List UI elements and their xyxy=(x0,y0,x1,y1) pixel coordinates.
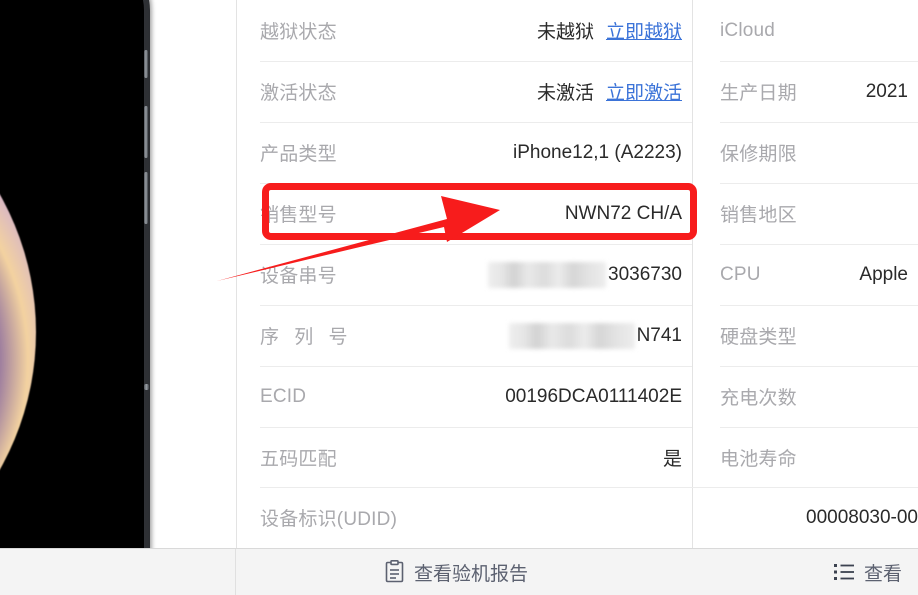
row-label: 生产日期 xyxy=(720,83,797,104)
view-list-button[interactable]: 查看 xyxy=(833,549,902,595)
footer-left-spacer xyxy=(0,549,236,595)
table-row-udid: 设备标识(UDID) 00008030-00 xyxy=(237,487,918,548)
row-value: 未激活 xyxy=(536,83,594,104)
wallpaper-bubble-graphic xyxy=(0,52,36,595)
table-row-manufacture-date: 生产日期 2021 xyxy=(700,61,918,122)
row-value: 00196DCA0111402E xyxy=(505,385,682,407)
table-row-serial-number: 序 列 号 N741 xyxy=(237,305,692,366)
volume-down-button xyxy=(144,172,148,224)
row-value: 2021 xyxy=(865,80,908,102)
table-row-sales-region: 销售地区 xyxy=(700,183,918,244)
table-row-storage-type: 硬盘类型 xyxy=(700,305,918,366)
table-row-ecid: ECID 00196DCA0111402E xyxy=(237,366,692,427)
device-photo-pane xyxy=(0,0,236,595)
row-label: 设备串号 xyxy=(260,266,337,287)
view-list-label: 查看 xyxy=(864,563,903,585)
volume-up-button xyxy=(144,106,148,158)
row-label: 产品类型 xyxy=(260,144,337,165)
row-value: 是 xyxy=(662,449,682,470)
mute-switch-icon xyxy=(144,50,148,78)
row-label: 序 列 号 xyxy=(260,327,353,348)
table-row-jailbreak-status: 越狱状态 未越狱 立即越狱 xyxy=(237,0,692,61)
device-info-table: 越狱状态 未越狱 立即越狱 激活状态 未激活 立即激活 产品类型 iPhone1… xyxy=(237,0,918,548)
row-label: 充电次数 xyxy=(720,388,797,409)
redaction-mask xyxy=(508,322,635,349)
row-label: 五码匹配 xyxy=(260,449,337,470)
row-label: 保修期限 xyxy=(720,144,797,165)
table-row-sales-model: 销售型号 NWN72 CH/A xyxy=(237,183,692,244)
list-icon xyxy=(833,560,855,584)
row-label: 越狱状态 xyxy=(260,22,337,43)
info-left-column: 越狱状态 未越狱 立即越狱 激活状态 未激活 立即激活 产品类型 iPhone1… xyxy=(237,0,692,548)
table-row-five-code-match: 五码匹配 是 xyxy=(237,427,692,488)
table-row-icloud: iCloud xyxy=(700,0,918,61)
serial-visible-suffix: N741 xyxy=(636,324,682,346)
table-row-battery-health: 电池寿命 xyxy=(700,427,918,488)
clipboard-report-icon xyxy=(383,560,405,584)
row-value: N741 xyxy=(508,322,682,349)
iphone-screen xyxy=(0,0,144,595)
footer-toolbar: 查看验机报告 查看 xyxy=(0,548,918,595)
table-row-warranty-period: 保修期限 xyxy=(700,122,918,183)
row-value: iPhone12,1 (A2223) xyxy=(512,141,682,163)
info-right-column: iCloud 生产日期 2021 保修期限 销售地区 CPU Apple 硬盘类… xyxy=(700,0,918,548)
side-power-button xyxy=(144,384,149,390)
view-inspection-report-label: 查看验机报告 xyxy=(414,563,529,585)
redaction-mask xyxy=(488,261,607,288)
row-value: 未越狱 xyxy=(536,22,594,43)
imei-visible-suffix: 3036730 xyxy=(608,263,682,285)
row-label: 激活状态 xyxy=(260,83,337,104)
row-value: Apple xyxy=(859,263,908,285)
row-label: iCloud xyxy=(720,19,776,41)
table-row-cpu: CPU Apple xyxy=(700,244,918,305)
table-row-charge-cycles: 充电次数 xyxy=(700,366,918,427)
row-label: 销售型号 xyxy=(260,205,337,226)
table-row-imei: 设备串号 3036730 xyxy=(237,244,692,305)
view-inspection-report-button[interactable]: 查看验机报告 xyxy=(383,549,528,595)
iphone-device-image xyxy=(0,0,150,595)
table-row-activation-status: 激活状态 未激活 立即激活 xyxy=(237,61,692,122)
row-value: 3036730 xyxy=(488,261,682,288)
jailbreak-now-link[interactable]: 立即越狱 xyxy=(606,17,682,44)
table-row-product-type: 产品类型 iPhone12,1 (A2223) xyxy=(237,122,692,183)
row-label: 硬盘类型 xyxy=(720,327,797,348)
row-label: CPU xyxy=(720,263,761,285)
row-label: 设备标识(UDID) xyxy=(260,509,398,530)
row-label: 销售地区 xyxy=(720,205,797,226)
row-value: 00008030-00 xyxy=(806,506,918,528)
column-divider xyxy=(692,0,693,548)
row-label: ECID xyxy=(260,385,307,407)
row-label: 电池寿命 xyxy=(720,449,797,470)
row-value: NWN72 CH/A xyxy=(564,202,682,224)
activate-now-link[interactable]: 立即激活 xyxy=(606,78,682,105)
